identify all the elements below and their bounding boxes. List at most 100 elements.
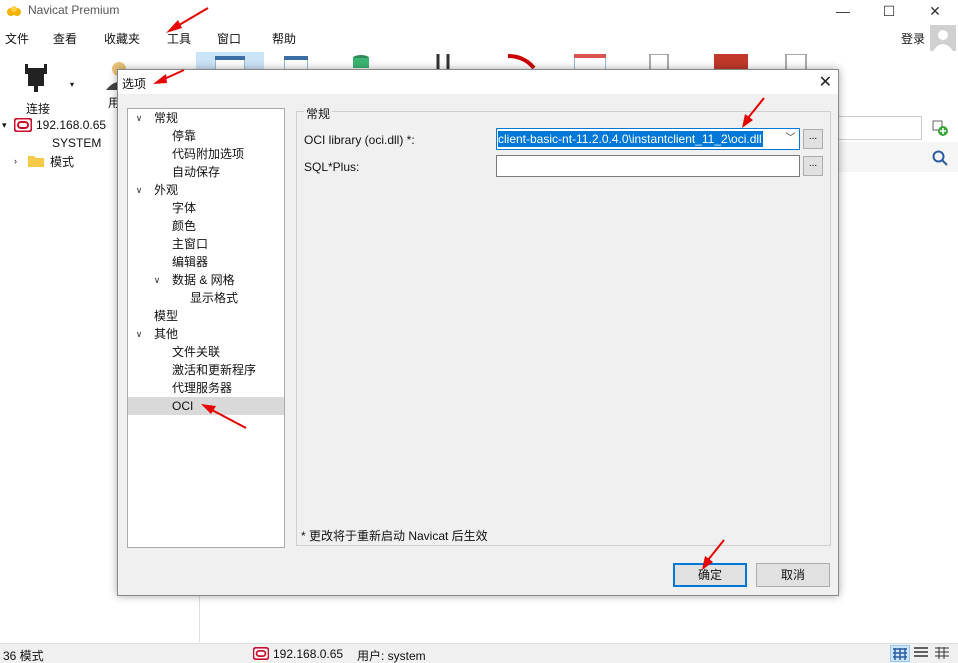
options-tree-item[interactable]: 停靠 bbox=[128, 127, 284, 145]
options-tree-item-label: 代理服务器 bbox=[172, 381, 233, 395]
tree-schema-system[interactable]: SYSTEM bbox=[32, 134, 101, 152]
maximize-button[interactable]: ☐ bbox=[866, 0, 912, 22]
dialog-title-bar: 选项 ✕ bbox=[118, 70, 838, 94]
query-icon[interactable] bbox=[574, 54, 606, 70]
options-tree-item-label: 显示格式 bbox=[190, 291, 239, 305]
expand-chevron-icon[interactable]: ∨ bbox=[134, 181, 144, 199]
oci-library-browse-button[interactable]: ... bbox=[803, 129, 823, 149]
options-tree-item-label: 激活和更新程序 bbox=[172, 363, 257, 377]
options-tree-item[interactable]: 自动保存 bbox=[128, 163, 284, 181]
list-view-icon[interactable] bbox=[914, 647, 928, 659]
options-tree-item[interactable]: 代码附加选项 bbox=[128, 145, 284, 163]
options-tree-item-label: 外观 bbox=[154, 183, 179, 197]
detail-view-icon[interactable] bbox=[935, 647, 949, 659]
plug-icon bbox=[25, 64, 47, 92]
options-tree-item[interactable]: 主窗口 bbox=[128, 235, 284, 253]
options-tree-item[interactable]: 显示格式 bbox=[128, 289, 284, 307]
options-tree-item[interactable]: 文件关联 bbox=[128, 343, 284, 361]
add-object-icon[interactable] bbox=[932, 120, 948, 136]
options-tree-item[interactable]: 激活和更新程序 bbox=[128, 361, 284, 379]
sqlplus-field[interactable] bbox=[496, 155, 800, 177]
menu-window[interactable]: 窗口 bbox=[217, 30, 241, 47]
tree-connection-node[interactable]: ▾ 192.168.0.65 bbox=[2, 116, 106, 134]
sqlplus-label: SQL*Plus: bbox=[304, 160, 360, 174]
folder-icon bbox=[28, 156, 44, 167]
status-bar: 36 模式 192.168.0.65 用户: system bbox=[0, 643, 958, 663]
oracle-connection-icon bbox=[14, 118, 32, 132]
menu-favorites[interactable]: 收藏夹 bbox=[104, 30, 140, 47]
restart-note: * 更改将于重新启动 Navicat 后生效 bbox=[301, 529, 488, 543]
options-tree-item[interactable]: 编辑器 bbox=[128, 253, 284, 271]
status-connection: 192.168.0.65 bbox=[273, 647, 344, 661]
menu-file[interactable]: 文件 bbox=[5, 30, 29, 47]
status-user: 用户: system bbox=[357, 649, 426, 663]
menu-bar: 文件 查看 收藏夹 工具 窗口 帮助 bbox=[0, 27, 958, 49]
oci-settings-group: 常规 OCI library (oci.dll) *: client-basic… bbox=[296, 105, 831, 546]
expand-chevron-icon[interactable]: ∨ bbox=[152, 271, 162, 289]
menu-view[interactable]: 查看 bbox=[53, 30, 77, 47]
status-count: 36 模式 bbox=[3, 649, 44, 663]
grid-view-button[interactable] bbox=[890, 645, 910, 662]
options-tree-item[interactable]: ∨ 常规 bbox=[128, 109, 284, 127]
options-tree-item-label: 自动保存 bbox=[172, 165, 221, 179]
options-tree-item-label: 数据 & 网格 bbox=[172, 273, 235, 287]
connection-name: 192.168.0.65 bbox=[36, 118, 107, 132]
login-link[interactable]: 登录 bbox=[901, 30, 925, 47]
options-tree-item[interactable]: 模型 bbox=[128, 307, 284, 325]
app-title: Navicat Premium bbox=[28, 3, 120, 17]
oci-library-combobox[interactable]: client-basic-nt-11.2.0.4.0\instantclient… bbox=[496, 128, 800, 150]
search-icon[interactable] bbox=[932, 150, 948, 166]
ok-button[interactable]: 确定 bbox=[673, 563, 747, 587]
event-icon[interactable] bbox=[506, 54, 536, 70]
object-filter-input[interactable] bbox=[838, 116, 922, 140]
expand-chevron-icon[interactable]: ∨ bbox=[134, 325, 144, 343]
collapse-icon[interactable]: ▾ bbox=[2, 120, 14, 131]
menu-tools[interactable]: 工具 bbox=[167, 30, 191, 47]
tree-schemas-node[interactable]: › 模式 bbox=[14, 152, 74, 170]
options-tree-item-label: 模型 bbox=[154, 309, 179, 323]
tools-icon[interactable] bbox=[434, 54, 454, 70]
chevron-down-icon[interactable]: ﹀ bbox=[782, 129, 799, 149]
options-tree-item[interactable]: OCI bbox=[128, 397, 284, 415]
expand-chevron-icon[interactable]: ∨ bbox=[134, 109, 144, 127]
menu-help[interactable]: 帮助 bbox=[272, 30, 296, 47]
table-icon bbox=[215, 56, 245, 70]
sqlplus-browse-button[interactable]: ... bbox=[803, 156, 823, 176]
options-dialog: 选项 ✕ ∨ 常规停靠代码附加选项自动保存 ∨ 外观字体颜色主窗口编辑器 ∨ 数据 & 网… bbox=[117, 69, 839, 596]
view-icon[interactable] bbox=[284, 56, 308, 70]
options-tree-item-label: 停靠 bbox=[172, 129, 197, 143]
options-tree-item-label: 颜色 bbox=[172, 219, 197, 233]
options-tree-item-label: 常规 bbox=[154, 111, 179, 125]
options-tree-item[interactable]: ∨ 其他 bbox=[128, 325, 284, 343]
options-tree-item-label: OCI bbox=[172, 399, 194, 413]
schedule-icon[interactable] bbox=[714, 54, 748, 70]
dialog-close-button[interactable]: ✕ bbox=[819, 72, 832, 92]
oci-library-value: client-basic-nt-11.2.0.4.0\instantclient… bbox=[498, 131, 763, 147]
section-title: 常规 bbox=[304, 105, 333, 122]
title-bar: Navicat Premium — ☐ ✕ bbox=[0, 0, 958, 22]
options-tree-item[interactable]: 颜色 bbox=[128, 217, 284, 235]
options-tree-item-label: 字体 bbox=[172, 201, 197, 215]
close-button[interactable]: ✕ bbox=[912, 0, 958, 22]
cancel-button[interactable]: 取消 bbox=[756, 563, 830, 587]
dropdown-caret-icon: ▾ bbox=[70, 80, 75, 89]
options-tree-item-label: 主窗口 bbox=[172, 237, 209, 251]
options-tree: ∨ 常规停靠代码附加选项自动保存 ∨ 外观字体颜色主窗口编辑器 ∨ 数据 & 网格显示格式… bbox=[127, 108, 285, 548]
avatar[interactable] bbox=[930, 25, 956, 51]
options-tree-item[interactable]: 代理服务器 bbox=[128, 379, 284, 397]
grid-view-icon bbox=[893, 648, 907, 660]
options-tree-item-label: 编辑器 bbox=[172, 255, 209, 269]
minimize-button[interactable]: — bbox=[820, 0, 866, 22]
model-icon[interactable] bbox=[784, 54, 814, 70]
user-avatar-icon bbox=[930, 25, 956, 51]
options-tree-item[interactable]: ∨ 外观 bbox=[128, 181, 284, 199]
oci-library-label: OCI library (oci.dll) *: bbox=[304, 133, 415, 147]
connect-button[interactable]: ▾ 连接 bbox=[18, 58, 74, 116]
options-tree-item[interactable]: 字体 bbox=[128, 199, 284, 217]
function-icon[interactable] bbox=[352, 54, 370, 70]
options-tree-item-label: 其他 bbox=[154, 327, 179, 341]
navicat-logo-icon bbox=[7, 6, 21, 16]
options-tree-item[interactable]: ∨ 数据 & 网格 bbox=[128, 271, 284, 289]
report-icon[interactable] bbox=[648, 54, 672, 70]
expand-icon[interactable]: › bbox=[14, 156, 28, 166]
